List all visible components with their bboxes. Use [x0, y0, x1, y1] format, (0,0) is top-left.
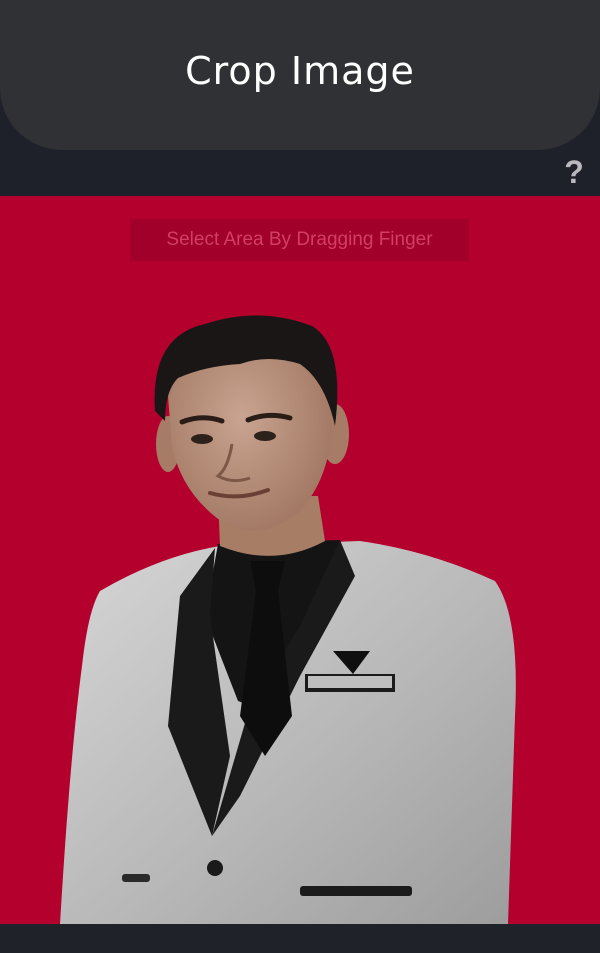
- portrait-image: [60, 315, 516, 924]
- header-bar: Crop Image: [0, 0, 600, 150]
- question-mark-icon: ?: [564, 154, 584, 190]
- bottom-bar: [0, 924, 600, 953]
- crop-screen: Crop Image ? Select Area By Dragging Fin…: [0, 0, 600, 953]
- instruction-hint: Select Area By Dragging Finger: [130, 219, 469, 261]
- help-button[interactable]: ?: [560, 152, 588, 192]
- page-title: Crop Image: [185, 49, 415, 93]
- crop-canvas[interactable]: Select Area By Dragging Finger: [0, 196, 600, 924]
